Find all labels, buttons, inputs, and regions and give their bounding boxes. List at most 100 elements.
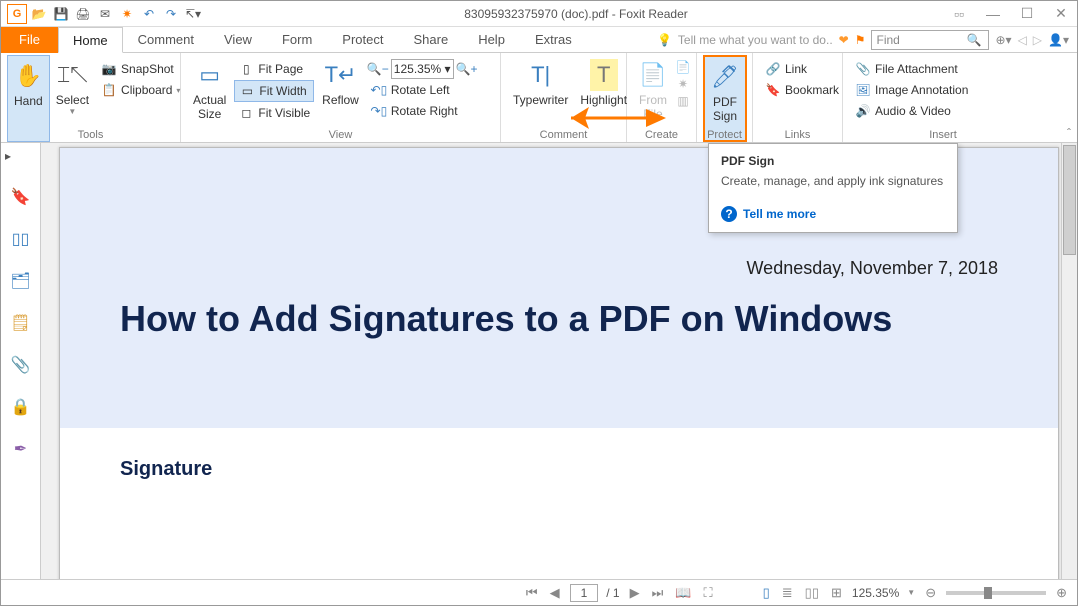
tab-protect[interactable]: Protect: [327, 27, 398, 53]
tooltip-title: PDF Sign: [721, 154, 945, 168]
fit-page-icon: ▯: [238, 61, 254, 77]
view-continuous-facing-icon[interactable]: ⊞: [829, 585, 844, 601]
fit-visible-icon: ◻: [238, 105, 254, 121]
maximize-icon[interactable]: ☐: [1017, 5, 1037, 22]
zoom-value-box[interactable]: 125.35% ▾: [391, 59, 454, 79]
email-icon[interactable]: ✉: [95, 4, 115, 24]
fit-width-button[interactable]: ▭Fit Width: [234, 80, 314, 102]
clipboard-button[interactable]: 📋 Clipboard ▾: [97, 80, 184, 100]
sidebar-toggle-icon[interactable]: ▸: [5, 149, 11, 163]
create-blank-icon[interactable]: 📄: [675, 59, 691, 75]
create-star-icon[interactable]: ✷: [675, 76, 691, 92]
zoom-slider[interactable]: [946, 591, 1046, 595]
undo-icon[interactable]: ↶: [139, 4, 159, 24]
zoom-dropdown-icon[interactable]: ▼: [907, 588, 915, 597]
group-label-insert: Insert: [843, 129, 1043, 141]
group-label-view: View: [181, 129, 500, 141]
link-icon: 🔗: [765, 61, 781, 77]
zoom-slider-knob[interactable]: [984, 587, 992, 599]
view-continuous-icon[interactable]: ≣: [780, 585, 795, 601]
nav-next-icon[interactable]: ▷: [1033, 33, 1042, 47]
bookmarks-panel-icon[interactable]: 🔖: [9, 185, 33, 209]
view-facing-icon[interactable]: ▯▯: [803, 585, 821, 601]
zoom-out-icon[interactable]: 🔍−: [367, 62, 389, 76]
reflow-label: Reflow: [322, 93, 359, 107]
tab-view[interactable]: View: [209, 27, 267, 53]
comments-panel-icon[interactable]: 🗒: [9, 311, 33, 335]
print-icon[interactable]: 🖨: [73, 4, 93, 24]
search-options-icon[interactable]: ⊕▾: [995, 33, 1011, 47]
first-page-icon[interactable]: ⏮: [524, 585, 540, 601]
vertical-scrollbar[interactable]: [1061, 143, 1077, 579]
actual-size-label: Actual Size: [193, 93, 226, 121]
image-annotation-icon: 🖼: [855, 82, 871, 98]
attachments-panel-icon[interactable]: 📎: [9, 353, 33, 377]
search-icon[interactable]: 🔍: [966, 33, 981, 47]
save-icon[interactable]: 💾: [51, 4, 71, 24]
file-attachment-icon: 📎: [855, 61, 871, 77]
tab-share[interactable]: Share: [398, 27, 463, 53]
rotate-right-button[interactable]: ↷▯Rotate Right: [367, 101, 478, 121]
rotate-left-button[interactable]: ↶▯ Rotate Left: [367, 80, 478, 100]
user-icon[interactable]: 👤▾: [1048, 33, 1069, 47]
cursor-dropdown-icon[interactable]: ↸▾: [183, 4, 203, 24]
layers-panel-icon[interactable]: 🗂: [9, 269, 33, 293]
ribbon-min-icon[interactable]: ▫▫: [949, 6, 969, 22]
redo-icon[interactable]: ↷: [161, 4, 181, 24]
file-attachment-button[interactable]: 📎 File Attachment: [851, 59, 972, 79]
select-label: Select: [56, 93, 89, 107]
status-zoom-label: 125.35%: [852, 586, 899, 600]
from-file-icon: 📄: [639, 59, 667, 91]
group-label-links: Links: [753, 129, 842, 141]
fit-page-button[interactable]: ▯Fit Page: [234, 59, 314, 79]
zoom-in-status-icon[interactable]: ⊕: [1054, 585, 1069, 601]
fit-visible-button[interactable]: ◻Fit Visible: [234, 103, 314, 123]
rotate-right-label: Rotate Right: [391, 104, 458, 118]
bookmark-button[interactable]: 🔖Bookmark: [761, 80, 843, 100]
image-annotation-button[interactable]: 🖼Image Annotation: [851, 80, 972, 100]
tab-form[interactable]: Form: [267, 27, 327, 53]
tooltip-tell-me-more[interactable]: ? Tell me more: [721, 206, 945, 222]
fullscreen-icon[interactable]: ⛶: [702, 585, 715, 601]
search-box[interactable]: 🔍: [871, 30, 989, 50]
rotate-left-icon: ↶▯: [371, 82, 387, 98]
last-page-icon[interactable]: ⏭: [650, 585, 666, 601]
audio-video-button[interactable]: 🔊Audio & Video: [851, 101, 972, 121]
reading-mode-icon[interactable]: 📖: [673, 585, 693, 601]
tab-help[interactable]: Help: [463, 27, 520, 53]
open-icon[interactable]: 📂: [29, 4, 49, 24]
create-form-icon[interactable]: ▥: [675, 93, 691, 109]
signatures-panel-icon[interactable]: ✒: [9, 437, 33, 461]
file-tab[interactable]: File: [1, 27, 58, 53]
nav-prev-icon[interactable]: ◁: [1018, 33, 1027, 47]
next-page-icon[interactable]: ▶: [628, 585, 642, 601]
tab-comment[interactable]: Comment: [123, 27, 209, 53]
highlight-label: Highlight: [580, 93, 627, 107]
prev-page-icon[interactable]: ◀: [548, 585, 562, 601]
page-number-input[interactable]: 1: [570, 584, 599, 602]
snapshot-button[interactable]: 📷 SnapShot: [97, 59, 184, 79]
ribbon-collapse-icon[interactable]: ˆ: [1067, 126, 1071, 140]
rotate-left-label: Rotate Left: [391, 83, 450, 97]
pages-panel-icon[interactable]: ▯▯: [9, 227, 33, 251]
search-input[interactable]: [876, 33, 966, 47]
zoom-in-icon[interactable]: 🔍+: [456, 62, 478, 76]
link-button[interactable]: 🔗Link: [761, 59, 843, 79]
security-panel-icon[interactable]: 🔒: [9, 395, 33, 419]
flag-icon[interactable]: ⚑: [855, 33, 866, 47]
pdf-sign-tooltip: PDF Sign Create, manage, and apply ink s…: [708, 143, 958, 233]
zoom-out-status-icon[interactable]: ⊖: [923, 585, 938, 601]
tell-me-input[interactable]: Tell me what you want to do..: [678, 33, 833, 47]
favorite-icon[interactable]: ❤: [839, 33, 849, 47]
group-label-create: Create: [627, 129, 696, 141]
view-single-icon[interactable]: ▯: [761, 585, 772, 601]
burst-icon[interactable]: ✷: [117, 4, 137, 24]
close-icon[interactable]: ✕: [1051, 5, 1071, 22]
tab-home[interactable]: Home: [58, 27, 123, 53]
reflow-icon: T↵: [327, 59, 355, 91]
minimize-icon[interactable]: —: [983, 6, 1003, 22]
file-attachment-label: File Attachment: [875, 62, 958, 76]
scrollbar-thumb[interactable]: [1063, 145, 1076, 255]
page-total-label: / 1: [606, 586, 619, 600]
tab-extras[interactable]: Extras: [520, 27, 587, 53]
